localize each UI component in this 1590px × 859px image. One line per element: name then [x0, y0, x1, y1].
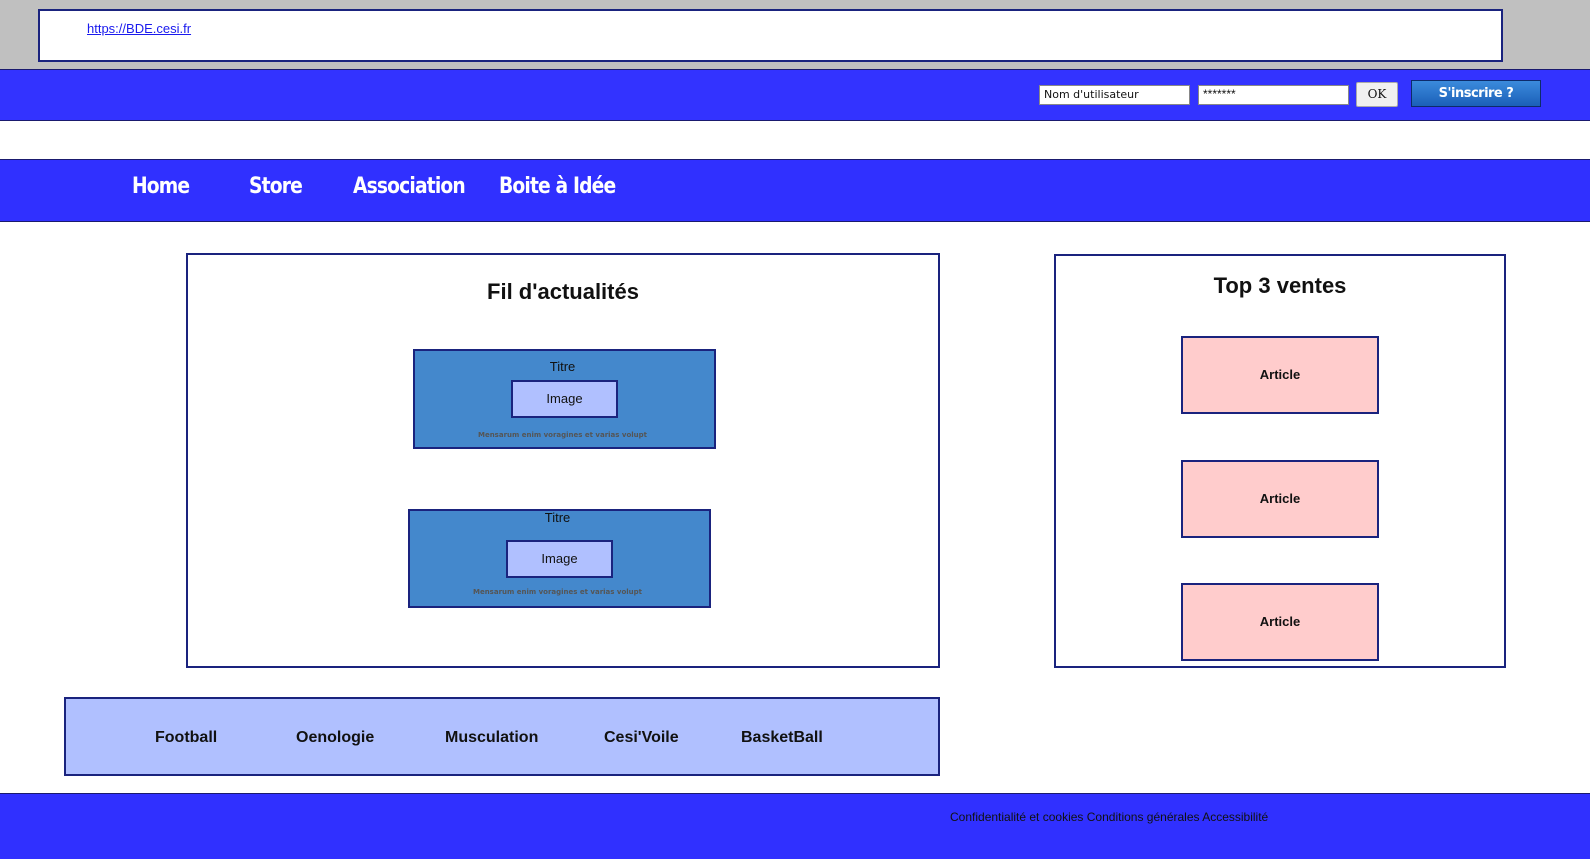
club-link-musculation[interactable]: Musculation: [445, 729, 538, 747]
news-card-text: Mensarum enim voragines et varias volupt: [472, 588, 642, 596]
footer-link-accessibility[interactable]: Accessibilité: [1202, 810, 1268, 824]
top-sales-title: Top 3 ventes: [1213, 273, 1347, 298]
footer: [0, 793, 1590, 859]
nav-item-home[interactable]: Home: [132, 174, 190, 199]
login-bar: [0, 69, 1590, 121]
club-link-basketball[interactable]: BasketBall: [741, 729, 823, 747]
nav-item-idea-box[interactable]: Boite à Idée: [499, 174, 616, 199]
username-field[interactable]: Nom d'utilisateur: [1039, 85, 1190, 105]
ok-button[interactable]: OK: [1356, 82, 1398, 107]
main-nav: [0, 159, 1590, 222]
club-link-football[interactable]: Football: [155, 729, 217, 747]
news-card-image: Image: [506, 540, 613, 578]
signup-button[interactable]: S'inscrire ?: [1411, 80, 1541, 107]
article-card[interactable]: Article: [1181, 583, 1379, 661]
password-field[interactable]: *******: [1198, 85, 1349, 105]
article-card[interactable]: Article: [1181, 460, 1379, 538]
news-feed-title: Fil d'actualités: [487, 279, 639, 304]
article-card[interactable]: Article: [1181, 336, 1379, 414]
footer-links: Confidentialité et cookies Conditions gé…: [950, 810, 1268, 824]
url-box: [38, 9, 1503, 62]
news-card-text: Mensarum enim voragines et varias volupt: [477, 431, 647, 439]
news-card-image: Image: [511, 380, 618, 418]
footer-link-terms[interactable]: Conditions générales: [1087, 810, 1200, 824]
nav-item-association[interactable]: Association: [353, 174, 466, 199]
site-url-link[interactable]: https://BDE.cesi.fr: [87, 21, 191, 36]
nav-item-store[interactable]: Store: [249, 174, 303, 199]
news-card-title: Titre: [549, 359, 576, 374]
footer-link-privacy[interactable]: Confidentialité et cookies: [950, 810, 1083, 824]
club-link-oenologie[interactable]: Oenologie: [296, 729, 374, 747]
news-card-title: Titre: [544, 510, 571, 525]
club-link-cesi-voile[interactable]: Cesi'Voile: [604, 729, 679, 747]
